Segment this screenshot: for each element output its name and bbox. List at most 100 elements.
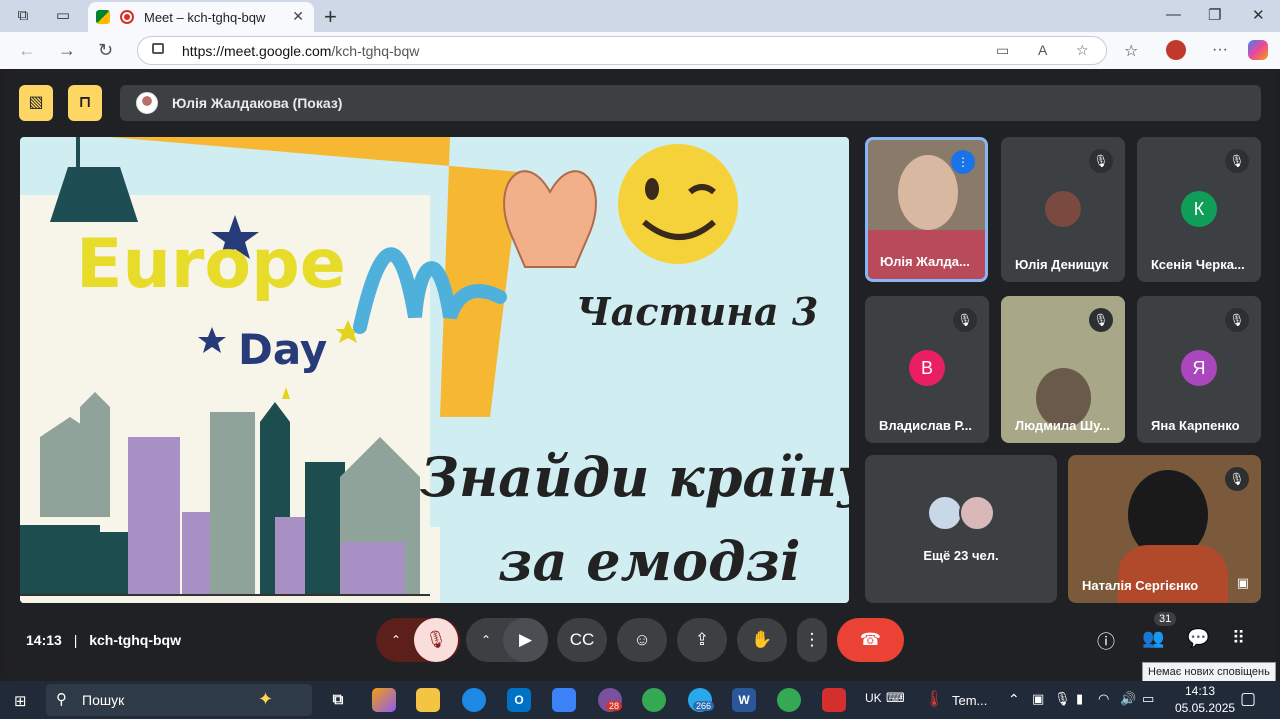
captions-icon: CC [569, 630, 595, 649]
windows-start-icon[interactable]: ⊞ [14, 692, 27, 710]
chevron-up-icon[interactable]: ⌃ [1008, 691, 1020, 708]
mic-toggle-button[interactable]: 🎙 [414, 618, 458, 662]
leave-call-button[interactable]: ☎ [837, 618, 904, 662]
people-icon[interactable]: 👥 [1142, 628, 1164, 649]
store-icon[interactable] [552, 688, 576, 712]
participant-avatar: Я [1181, 350, 1217, 386]
mic-off-icon: 🎙 [1089, 149, 1113, 173]
input-language[interactable]: UK [865, 691, 882, 705]
chrome-profile-icon[interactable] [777, 688, 801, 712]
more-participants-tile[interactable]: Ещё 23 чел. [865, 455, 1057, 603]
read-aloud-icon[interactable]: A [1038, 42, 1047, 58]
chat-icon[interactable]: 💬 [1187, 628, 1209, 649]
meeting-info: 14:13 | kch-tghq-bqw [26, 632, 181, 648]
copilot-icon[interactable] [1248, 40, 1268, 60]
hide-presentation-button[interactable]: ▧ [19, 85, 53, 121]
file-explorer-icon[interactable] [416, 688, 440, 712]
keyboard-icon[interactable]: ⌨ [886, 690, 905, 706]
participant-tile[interactable]: 🎙 К Ксенія Черка... [1137, 137, 1261, 282]
more-menu-icon[interactable]: ··· [1212, 41, 1228, 59]
building-12 [340, 542, 405, 595]
present-button[interactable]: ⇪ [677, 618, 727, 662]
camera-icon: ▶ [518, 630, 533, 649]
microphone-icon[interactable]: 🎙 [1054, 691, 1071, 707]
workspaces-icon[interactable]: ⧉ [14, 7, 32, 25]
meeting-details-icon[interactable]: ⓘ [1097, 628, 1115, 654]
tab-actions-icon[interactable]: ▭ [54, 7, 72, 25]
meeting-time: 14:13 [26, 632, 62, 648]
building-10 [305, 462, 345, 595]
new-tab-icon[interactable]: + [324, 4, 337, 30]
camera-in-use-icon[interactable]: ▣ [1032, 691, 1044, 707]
participant-name: Людмила Шу... [1015, 418, 1110, 433]
participant-tile[interactable]: 🎙 Я Яна Карпенко [1137, 296, 1261, 443]
browser-tab-bar: ⧉ ▭ Meet – kch-tghq-bqw ✕ + — ❐ ✕ [0, 0, 1280, 32]
participant-name: Ксенія Черка... [1151, 257, 1245, 272]
refresh-icon[interactable]: ↻ [98, 40, 113, 61]
minimize-icon[interactable]: — [1166, 6, 1181, 23]
raise-hand-button[interactable]: ✋ [737, 618, 787, 662]
europe-title: Europe [76, 225, 346, 304]
more-vert-icon: ⋮ [803, 630, 821, 649]
slide-line-2: за емодзі [498, 529, 801, 593]
volume-icon[interactable]: 🔊 [1120, 691, 1136, 707]
mic-options-button[interactable]: ⌃ [376, 618, 416, 662]
camera-options-button[interactable]: ⌃ [466, 618, 506, 662]
participant-name: Яна Карпенко [1151, 418, 1240, 433]
participant-tile[interactable]: ⋮ Юлія Жалда... [865, 137, 988, 282]
taskbar-search[interactable]: ⚲ Пошук ✦ [46, 684, 312, 716]
copilot-taskbar-icon[interactable] [372, 688, 396, 712]
activities-icon[interactable]: ⠿ [1232, 628, 1245, 649]
battery-icon[interactable]: ▮ [1076, 691, 1083, 707]
outlook-icon[interactable]: O [507, 688, 531, 712]
participant-tile[interactable]: 🎙 Юлія Денищук [1001, 137, 1125, 282]
slide-line-1: Знайди країну [420, 445, 849, 509]
browser-tab-meet[interactable]: Meet – kch-tghq-bqw ✕ [88, 2, 314, 32]
clock-date[interactable]: 05.05.2025 [1175, 701, 1235, 715]
task-view-icon[interactable]: ⧉ [326, 688, 350, 712]
chrome-icon[interactable] [642, 688, 666, 712]
acrobat-icon[interactable] [822, 688, 846, 712]
close-window-icon[interactable]: ✕ [1252, 6, 1265, 24]
weather-label[interactable]: Tem... [952, 693, 987, 708]
forward-icon[interactable]: → [58, 40, 76, 61]
participant-avatar [959, 495, 995, 531]
meeting-info-separator: | [73, 632, 78, 648]
participant-tile[interactable]: 🎙 В Владислав Р... [865, 296, 989, 443]
more-options-button[interactable]: ⋮ [797, 618, 827, 662]
profile-avatar[interactable] [1166, 40, 1186, 60]
pip-icon[interactable]: ▣ [1237, 575, 1249, 591]
clock-time[interactable]: 14:13 [1185, 684, 1215, 698]
participant-tile[interactable]: 🎙 Наталія Сергієнко ▣ [1068, 455, 1261, 603]
thermometer-icon[interactable]: 🌡 [924, 689, 944, 709]
close-tab-icon[interactable]: ✕ [292, 8, 304, 25]
participant-tile[interactable]: 🎙 Людмила Шу... [1001, 296, 1125, 443]
presented-slide: Europe Day Частина 3 Знайди країну за ем… [20, 137, 849, 603]
tab-title: Meet – kch-tghq-bqw [144, 10, 266, 25]
hand-icon: ✋ [751, 630, 773, 649]
captions-button[interactable]: CC [557, 618, 607, 662]
display-icon[interactable]: ▭ [1142, 691, 1154, 707]
viber-badge: 28 [606, 701, 623, 711]
layout-button[interactable]: ⊓ [68, 85, 102, 121]
site-info-icon[interactable] [152, 43, 164, 54]
maximize-icon[interactable]: ❐ [1208, 6, 1221, 24]
camera-toggle-button[interactable]: ▶ [503, 618, 548, 662]
word-icon[interactable]: W [732, 688, 756, 712]
speaking-indicator-icon: ⋮ [951, 150, 975, 174]
camera-permission-icon[interactable]: ▭ [996, 42, 1009, 59]
hang-up-icon: ☎ [859, 630, 882, 649]
wifi-icon[interactable]: ◠ [1098, 691, 1109, 707]
favorites-icon[interactable]: ☆ [1124, 41, 1138, 61]
mic-off-icon: 🎙 [1225, 149, 1249, 173]
reactions-button[interactable]: ☺ [617, 618, 667, 662]
notification-center-icon[interactable]: ▢ [1240, 689, 1256, 709]
day-title: Day [238, 325, 328, 374]
back-icon[interactable]: ← [18, 40, 36, 61]
url-bar[interactable]: https://meet.google.com/kch-tghq-bqw ▭ A… [137, 36, 1107, 65]
present-screen-icon: ⇪ [694, 630, 710, 649]
edge-icon[interactable] [462, 688, 486, 712]
participant-name: Наталія Сергієнко [1082, 578, 1199, 593]
layout-icon: ⊓ [78, 94, 92, 111]
favorite-star-icon[interactable]: ☆ [1076, 42, 1089, 59]
